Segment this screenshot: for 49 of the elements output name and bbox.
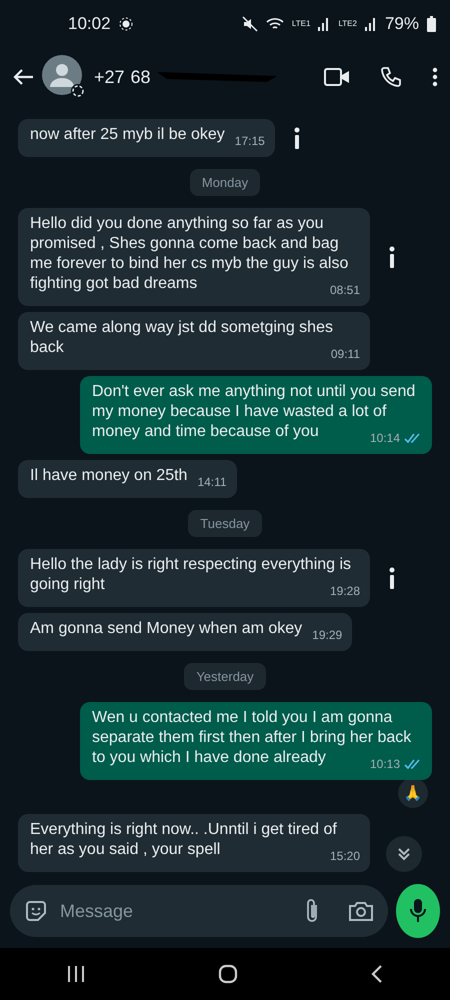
sticker-icon[interactable] xyxy=(24,899,48,923)
battery-icon xyxy=(427,16,436,32)
message-bubble[interactable]: Don't ever ask me anything not until you send my money because I have wasted a lot of money and time because of you 10:14 xyxy=(80,376,432,454)
message-bubble[interactable]: Il have money on 25th 14:11 xyxy=(18,460,237,498)
reaction-emoji[interactable]: 🙏 xyxy=(398,778,428,808)
menu-icon[interactable] xyxy=(432,67,438,87)
phone-icon[interactable] xyxy=(380,66,402,88)
message-time: 10:13 xyxy=(370,756,400,773)
attach-icon[interactable] xyxy=(304,898,320,924)
message-bubble[interactable]: Wen u contacted me I told you I am gonna separate them first then after I bring her back to you which I have done already 10:13 xyxy=(80,702,432,780)
mute-icon xyxy=(242,16,258,32)
message-input[interactable]: Message xyxy=(58,900,294,922)
avatar[interactable] xyxy=(42,55,86,99)
back-icon[interactable] xyxy=(371,965,384,983)
message-time: 10:14 xyxy=(370,430,400,447)
sim-label: LTE1 xyxy=(292,20,310,28)
date-divider: Tuesday xyxy=(188,510,262,537)
brightness-icon xyxy=(118,17,133,31)
camera-icon[interactable] xyxy=(348,900,374,922)
message-field[interactable]: Message xyxy=(10,885,388,937)
message-bubble[interactable]: Hello did you done anything so far as you promised , Shes gonna come back and bag me forever to bind her cs myb the guy is also fighting got bad dreams 08:51 xyxy=(18,208,370,306)
contact-name[interactable]: +27 xyxy=(94,66,125,88)
microphone-button[interactable] xyxy=(396,884,440,938)
scroll-down-button[interactable] xyxy=(386,836,422,872)
date-divider: Yesterday xyxy=(184,663,266,690)
sim-label: LTE2 xyxy=(338,20,357,28)
battery-level: 79% xyxy=(384,14,419,34)
chevrons-down-icon xyxy=(396,846,412,862)
message-bubble[interactable]: now after 25 myb il be okey 17:15 xyxy=(18,119,275,157)
home-icon[interactable] xyxy=(218,964,238,984)
video-call-icon[interactable] xyxy=(324,67,350,87)
message-time: 09:11 xyxy=(330,346,360,363)
date-divider: Monday xyxy=(190,169,260,196)
clock: 10:02 xyxy=(68,14,111,34)
message-time: 17:15 xyxy=(234,133,265,150)
recents-icon[interactable] xyxy=(66,966,85,982)
signal-icon xyxy=(364,17,377,31)
wifi-icon xyxy=(266,17,284,31)
message-time: 14:11 xyxy=(197,474,227,491)
microphone-icon xyxy=(409,898,427,924)
message-bubble[interactable]: We came along way jst dd sometging shes back 09:11 xyxy=(18,312,370,370)
contact-name-fragment: 68 xyxy=(130,66,151,88)
message-time: 15:20 xyxy=(330,848,360,865)
message-bubble[interactable]: Hello the lady is right respecting everything is going right 19:28 xyxy=(18,549,370,607)
message-time: 19:28 xyxy=(330,583,360,600)
message-bubble[interactable]: Am gonna send Money when am okey 19:29 xyxy=(18,613,352,651)
message-time: 19:29 xyxy=(312,627,342,644)
message-time: 08:51 xyxy=(330,282,360,299)
signal-icon xyxy=(318,17,330,31)
